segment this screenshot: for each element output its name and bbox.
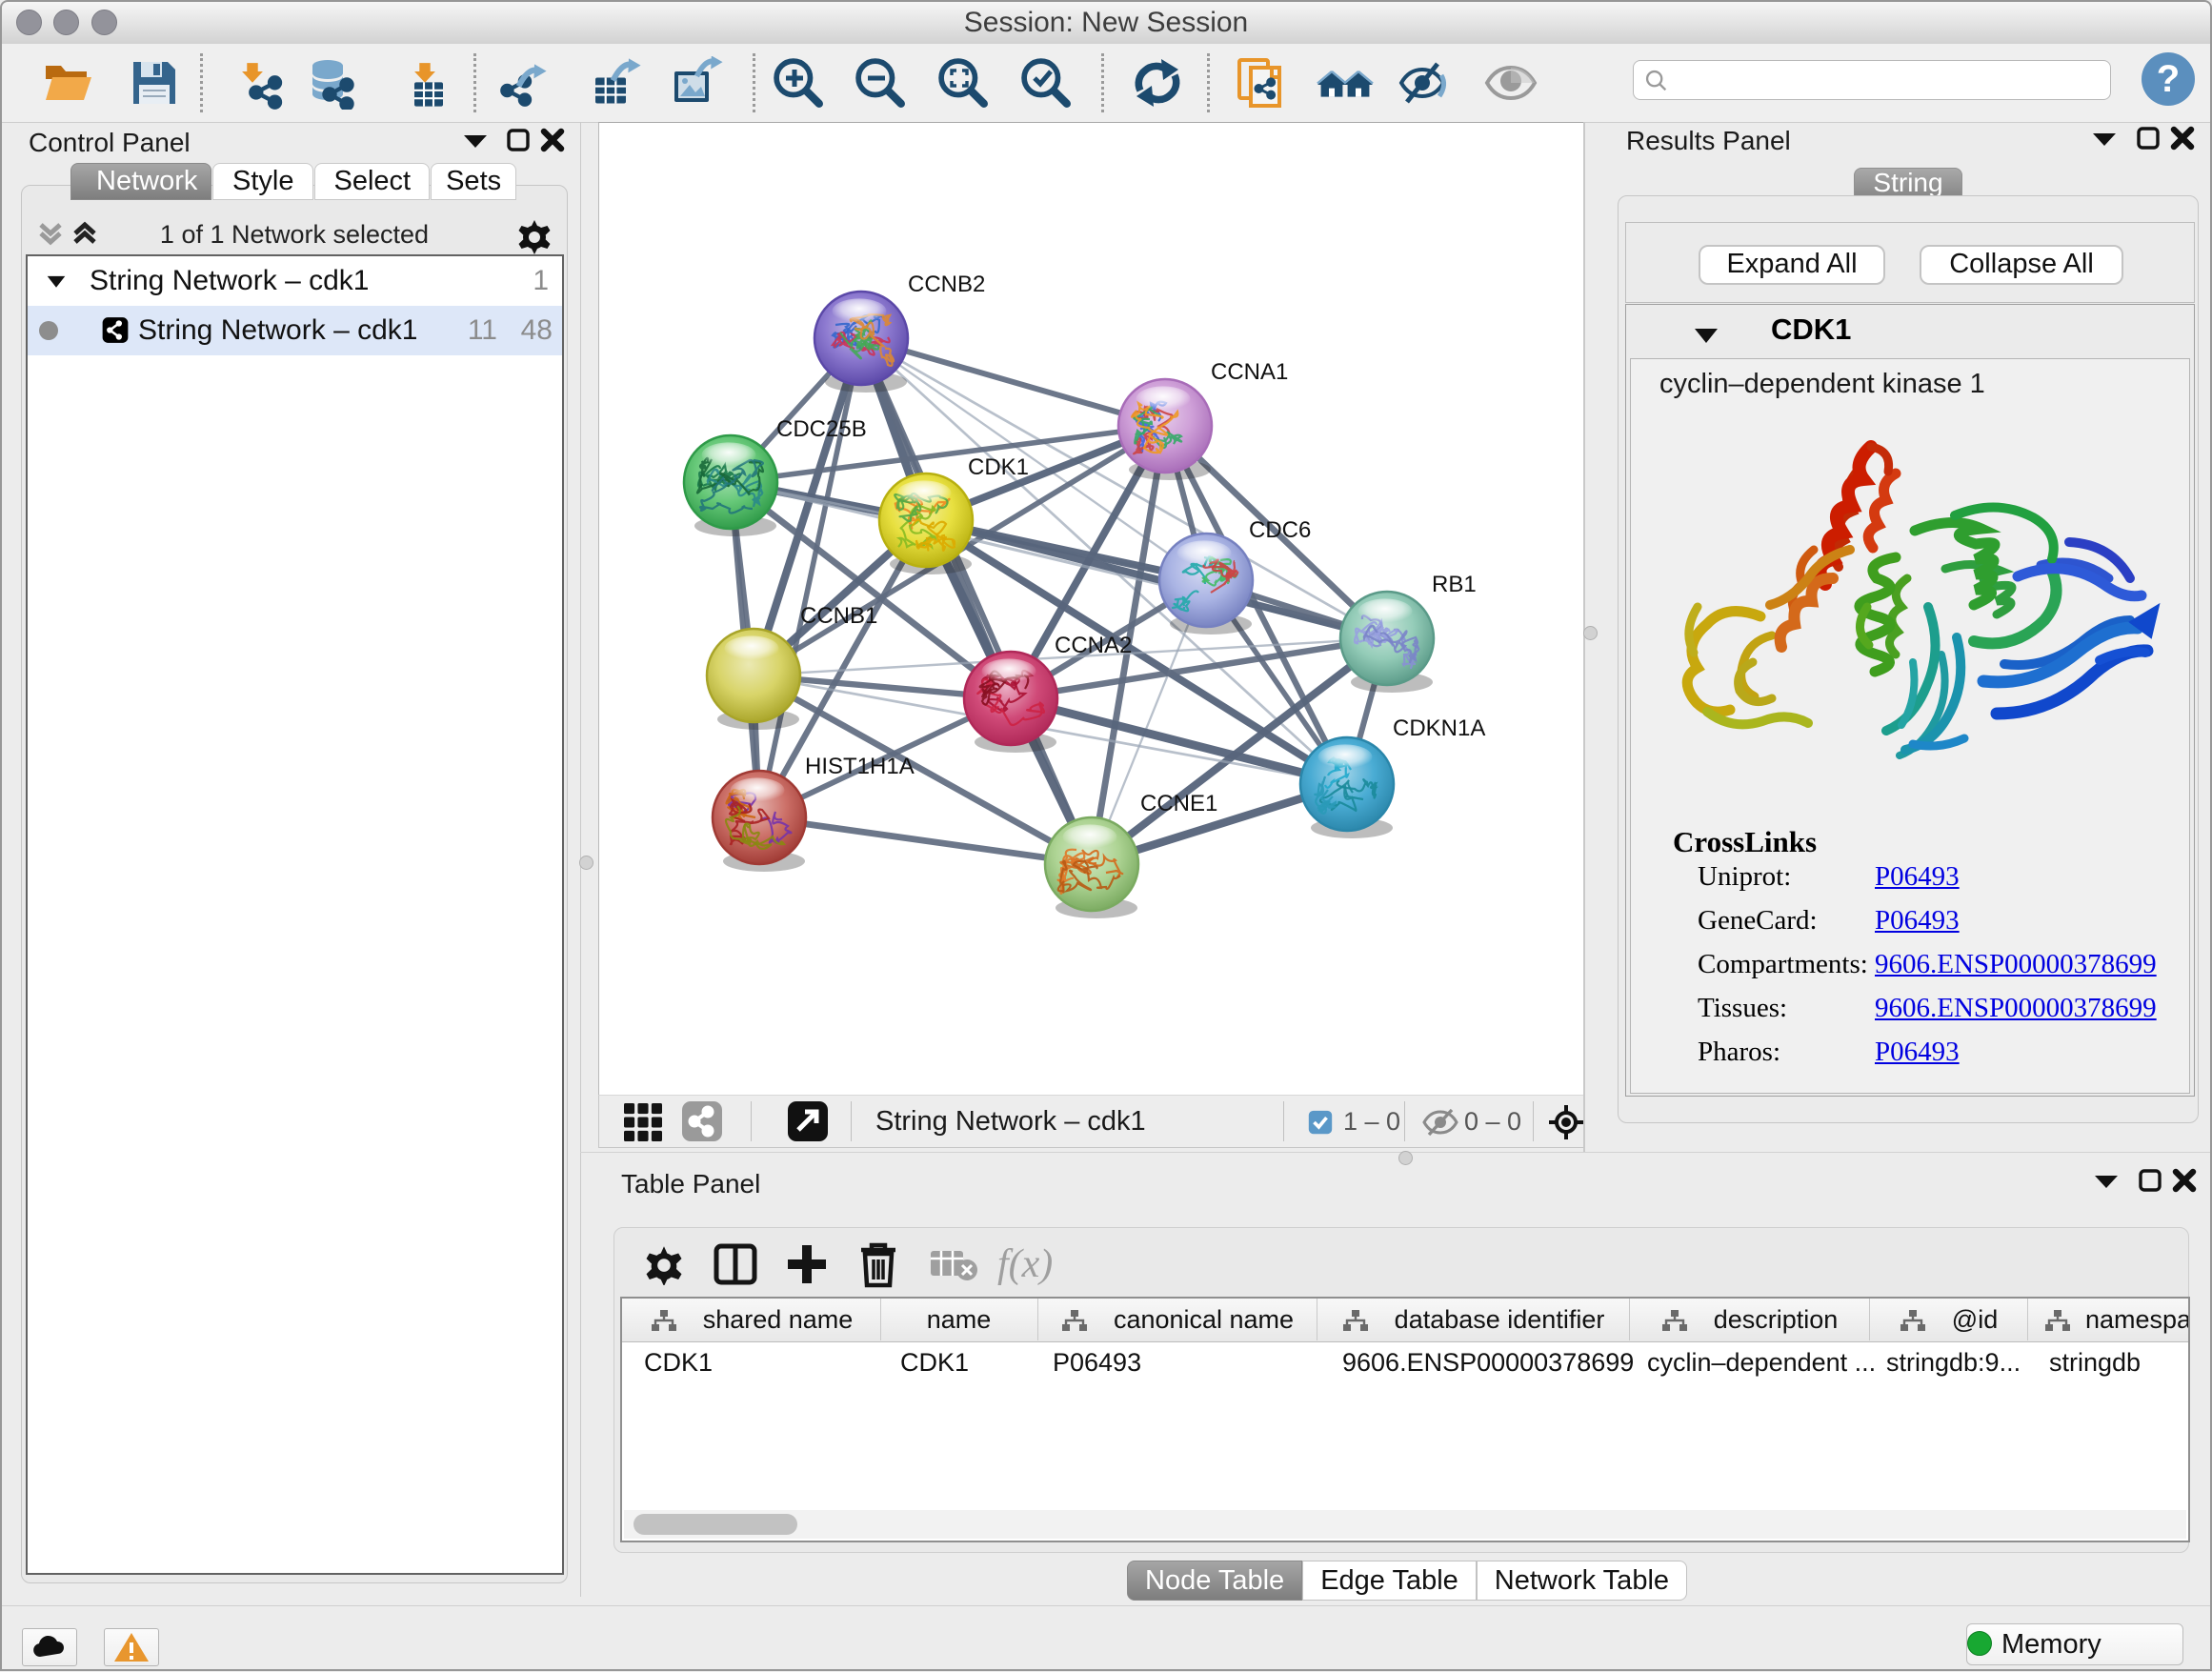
svg-text:CCNA2: CCNA2 — [1055, 633, 1132, 658]
svg-text:CDK1: CDK1 — [968, 454, 1029, 480]
svg-text:CCNE1: CCNE1 — [1140, 791, 1217, 816]
svg-text:CDKN1A: CDKN1A — [1393, 715, 1485, 741]
svg-text:RB1: RB1 — [1432, 572, 1477, 597]
svg-text:HIST1H1A: HIST1H1A — [805, 754, 915, 779]
svg-text:CCNB2: CCNB2 — [908, 272, 985, 297]
svg-text:CDC6: CDC6 — [1249, 517, 1311, 543]
svg-text:CCNA1: CCNA1 — [1211, 359, 1288, 385]
svg-text:CCNB1: CCNB1 — [800, 603, 877, 629]
svg-text:CDC25B: CDC25B — [776, 416, 867, 442]
